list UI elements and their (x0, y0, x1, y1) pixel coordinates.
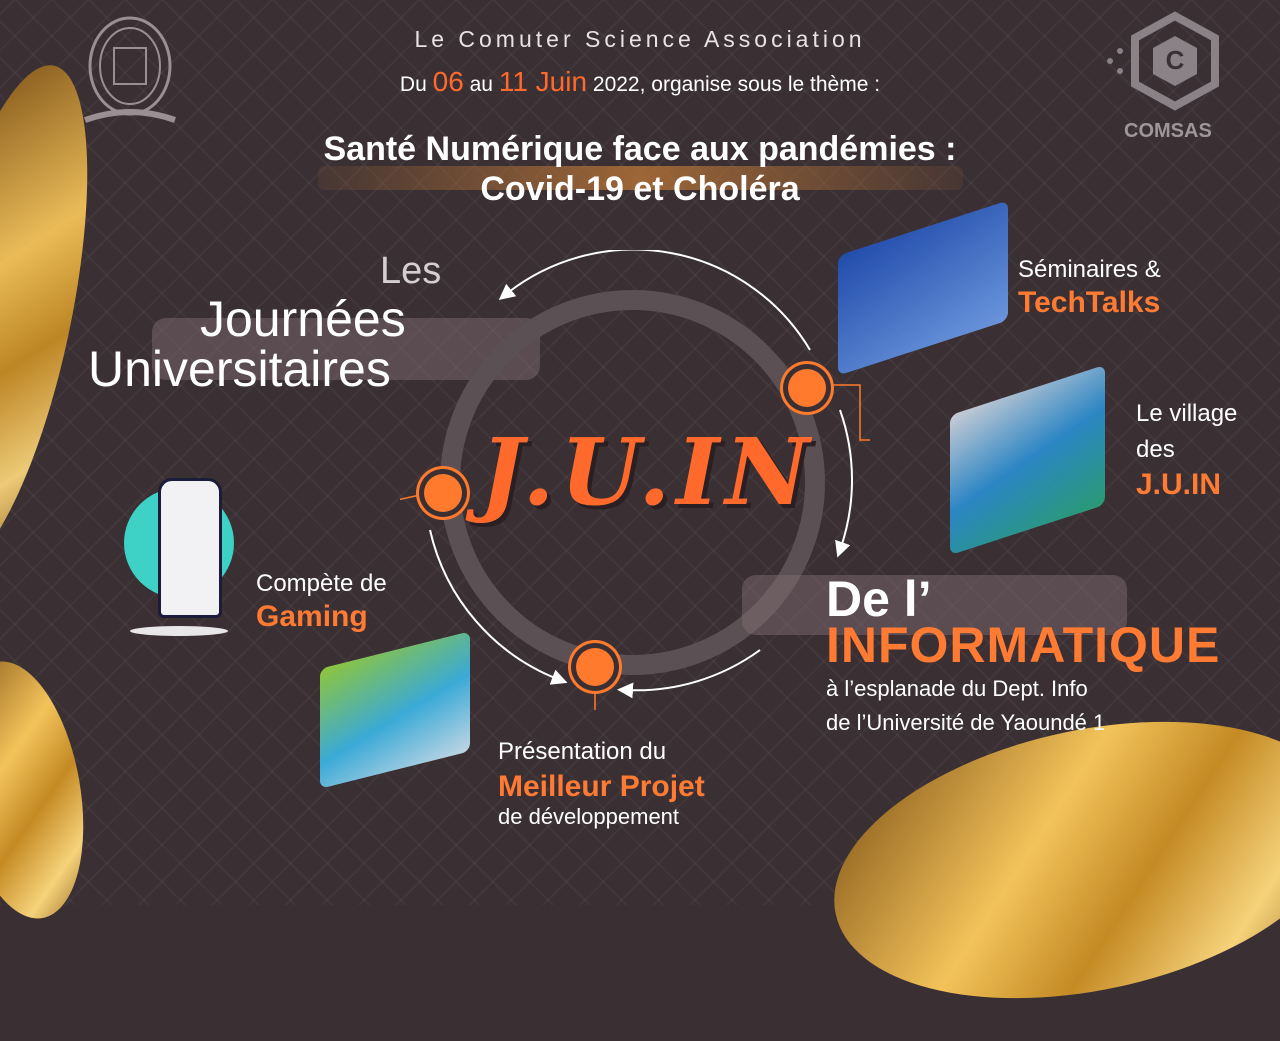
village-label-line2: des (1136, 436, 1175, 463)
projet-label-line3: de développement (498, 804, 680, 829)
village-label-line1: Le village (1136, 400, 1238, 427)
dates-suffix: 2022, organise sous le thème : (592, 73, 881, 96)
gaming-label-line1: Compète de (256, 570, 387, 597)
node-seminaires (788, 369, 826, 407)
techtalks-label: TechTalks (1018, 286, 1161, 319)
title-universitaires: Universitaires (88, 341, 391, 397)
dates-prefix: Du (399, 73, 427, 96)
console-body (158, 478, 222, 618)
node-projet (576, 648, 614, 686)
event-dates: Du 06 au 11 Juin 2022, organise sous le … (0, 66, 1280, 98)
date-start: 06 (432, 66, 464, 97)
dates-mid: au (469, 73, 493, 96)
informatique-title: INFORMATIQUE (826, 617, 1221, 673)
projet-label-line2: Meilleur Projet (498, 770, 705, 803)
village-label-juin: J.U.IN (1136, 468, 1222, 501)
console-shadow (130, 626, 228, 636)
association-name: Le Comuter Science Association (414, 26, 866, 52)
theme-title-line2: Covid-19 et Choléra (480, 170, 800, 208)
juin-logo: J.U.IN (480, 418, 816, 526)
comsas-hexagon-icon: C (1107, 11, 1219, 111)
location-line1: à l’esplanade du Dept. Info (826, 676, 1088, 701)
node-gaming (424, 474, 462, 512)
location-line2: de l’Université de Yaoundé 1 (826, 710, 1106, 735)
theme-title-line1: Santé Numérique face aux pandémies : (323, 130, 957, 168)
projet-label-line1: Présentation du (498, 738, 667, 765)
date-end: 11 Juin (498, 66, 588, 97)
seminaires-label: Séminaires & (1018, 256, 1161, 283)
gaming-label: Gaming (256, 600, 368, 633)
